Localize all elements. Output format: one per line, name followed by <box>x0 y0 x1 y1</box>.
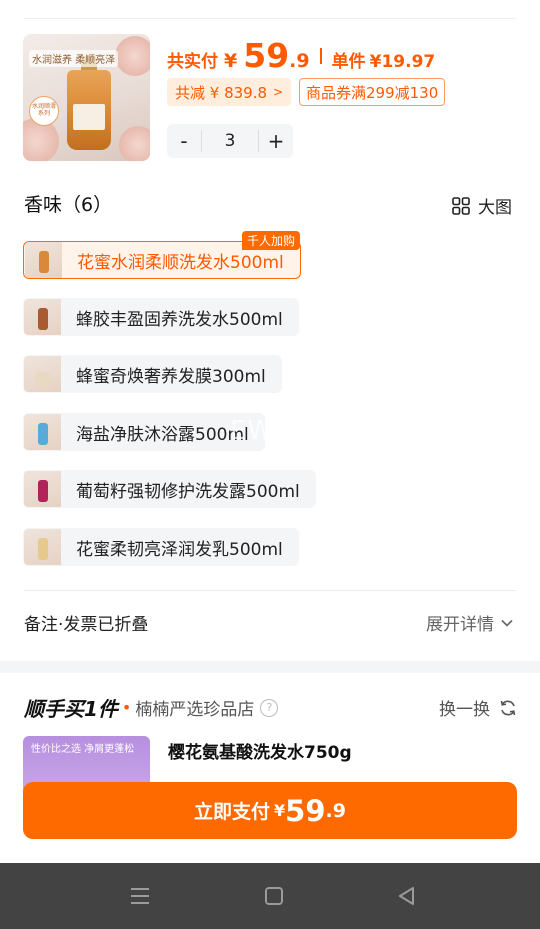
shop-name[interactable]: 楠楠严选珍品店 <box>135 695 254 720</box>
variant-thumbnail <box>24 356 61 392</box>
big-view-label: 大图 <box>478 198 512 218</box>
section-divider <box>24 590 516 591</box>
variant-thumbnail <box>24 299 61 335</box>
price-label: 共实付 <box>167 52 218 72</box>
hot-badge: 千人加购 <box>242 231 301 250</box>
bundle-dot: • <box>121 698 132 717</box>
bundle-title: 顺手买1件 <box>24 697 118 721</box>
quantity-input[interactable]: 3 <box>201 130 259 152</box>
thumb-series-tag: 水润顺滑系列 <box>29 96 59 126</box>
variant-option[interactable]: 葡萄籽强韧修护洗发露500ml <box>23 470 316 508</box>
price-integer: 59 <box>243 36 290 75</box>
home-icon[interactable] <box>261 883 287 909</box>
increase-button[interactable]: + <box>259 124 293 158</box>
variant-thumbnail <box>25 242 62 278</box>
pay-currency: ¥ <box>274 801 286 820</box>
variant-option[interactable]: 花蜜柔韧亮泽润发乳500ml <box>23 528 299 566</box>
help-icon[interactable]: ? <box>260 698 279 717</box>
big-view-toggle[interactable]: 大图 <box>452 193 512 218</box>
decrease-button[interactable]: - <box>167 124 201 158</box>
variant-label: 花蜜柔韧亮泽润发乳500ml <box>76 539 283 560</box>
quantity-stepper: - 3 + <box>167 124 293 158</box>
bottom-spacer <box>0 839 540 863</box>
variant-thumbnail <box>24 471 61 507</box>
section-gap <box>0 661 540 673</box>
discount-text: 共减 ¥ 839.8 <box>175 83 268 102</box>
variant-label: 蜂胶丰盈固养洗发水500ml <box>76 309 283 330</box>
variant-option[interactable]: 蜂胶丰盈固养洗发水500ml <box>23 298 299 336</box>
top-divider <box>24 18 516 19</box>
chevron-down-icon <box>501 619 513 627</box>
variant-label: 花蜜水润柔顺洗发水500ml <box>77 252 284 273</box>
bundle-header: 顺手买1件 • 楠楠严选珍品店 ? <box>24 693 279 722</box>
pay-now-button[interactable]: 立即支付 ¥ 59 .9 <box>23 782 517 839</box>
variant-section-title: 香味（6） <box>24 194 113 216</box>
variant-option[interactable]: 海盐净肤沐浴露500ml <box>23 413 265 451</box>
expand-label: 展开详情 <box>426 615 494 635</box>
variant-thumbnail <box>24 414 61 450</box>
flower-decoration <box>119 126 150 161</box>
grid-icon <box>452 196 470 215</box>
rec-thumb-text: 性价比之选 净屑更蓬松 <box>31 744 135 755</box>
coupon-chip[interactable]: 商品券满299减130 <box>299 78 446 106</box>
remark-invoice-label: 备注·发票已折叠 <box>24 615 149 635</box>
unit-price-label: 单件 <box>331 52 366 72</box>
back-icon[interactable] <box>394 883 420 909</box>
system-nav-bar <box>0 863 540 929</box>
variant-option[interactable]: 蜂蜜奇焕奢养发膜300ml <box>23 355 282 393</box>
variant-thumbnail <box>24 529 61 565</box>
variant-label: 蜂蜜奇焕奢养发膜300ml <box>76 366 266 387</box>
menu-icon[interactable] <box>127 883 153 909</box>
variant-label: 海盐净肤沐浴露500ml <box>76 424 249 445</box>
price-separator <box>319 48 322 64</box>
price-decimal: .9 <box>289 50 310 72</box>
expand-details-button[interactable]: 展开详情 <box>426 610 514 635</box>
bottle-label <box>73 104 105 130</box>
refresh-icon <box>500 700 516 715</box>
price-currency: ¥ <box>224 50 238 72</box>
pay-label: 立即支付 <box>194 801 271 823</box>
unit-price-value: ¥19.97 <box>369 52 436 72</box>
variant-label: 葡萄籽强韧修护洗发露500ml <box>76 481 300 502</box>
pay-amount-decimal: .9 <box>325 799 346 822</box>
chevron-right-icon: > <box>273 85 284 99</box>
discount-detail-chip[interactable]: 共减 ¥ 839.8 > <box>167 78 292 106</box>
swap-label: 换一换 <box>439 700 490 720</box>
recommended-product-name[interactable]: 樱花氨基酸洗发水750g <box>168 738 352 763</box>
product-image[interactable]: 水润滋养 柔顺亮泽 水润顺滑系列 <box>23 34 150 161</box>
swap-button[interactable]: 换一换 <box>439 695 518 720</box>
flower-decoration <box>115 36 150 76</box>
thumb-slogan: 水润滋养 柔顺亮泽 <box>29 50 119 67</box>
price-row: 共实付 ¥ 59 .9 单件 ¥19.97 <box>167 36 435 76</box>
watermark: EWDHUSA <box>230 416 373 446</box>
pay-amount-integer: 59 <box>285 793 326 828</box>
